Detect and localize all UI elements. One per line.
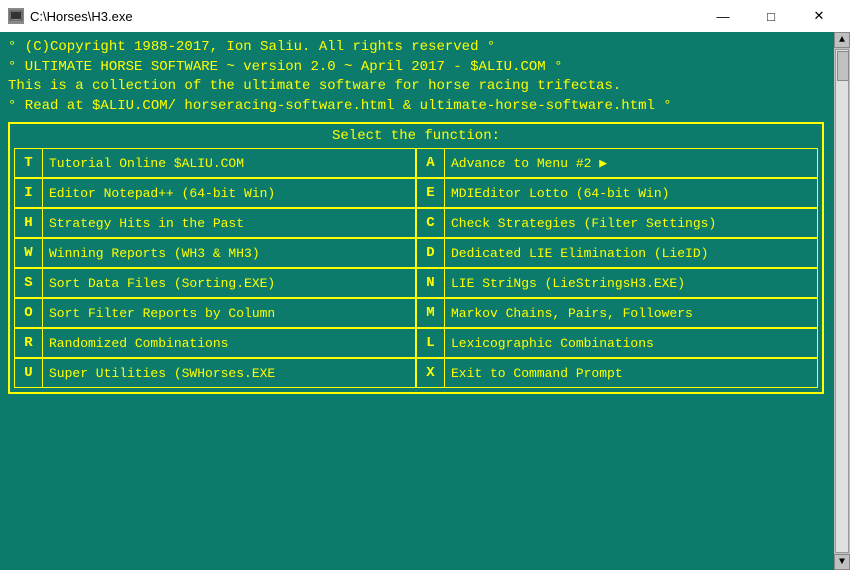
header-line-3: This is a collection of the ultimate sof… bbox=[8, 77, 824, 97]
menu-label-n: LIE StriNgs (LieStringsH3.EXE) bbox=[445, 272, 691, 295]
menu-row[interactable]: RRandomized Combinations bbox=[14, 328, 416, 358]
menu-label-l: Lexicographic Combinations bbox=[445, 332, 660, 355]
menu-key-n: N bbox=[417, 269, 445, 297]
menu-key-a: A bbox=[417, 149, 445, 177]
header-line-4: ° Read at $ALIU.COM/ horseracing-softwar… bbox=[8, 97, 824, 117]
menu-label-x: Exit to Command Prompt bbox=[445, 362, 629, 385]
scroll-down-arrow[interactable]: ▼ bbox=[834, 554, 850, 570]
menu-row[interactable]: WWinning Reports (WH3 & MH3) bbox=[14, 238, 416, 268]
menu-key-i: I bbox=[15, 179, 43, 207]
menu-key-u: U bbox=[15, 359, 43, 387]
header-line-1: ° (C)Copyright 1988-2017, Ion Saliu. All… bbox=[8, 38, 824, 58]
header-text: ° (C)Copyright 1988-2017, Ion Saliu. All… bbox=[8, 38, 824, 116]
scrollbar[interactable]: ▲ ▼ bbox=[834, 32, 850, 570]
menu-key-s: S bbox=[15, 269, 43, 297]
menu-row[interactable]: MMarkov Chains, Pairs, Followers bbox=[416, 298, 818, 328]
menu-key-x: X bbox=[417, 359, 445, 387]
menu-label-s: Sort Data Files (Sorting.EXE) bbox=[43, 272, 281, 295]
minimize-button[interactable]: — bbox=[700, 2, 746, 30]
menu-row[interactable]: AAdvance to Menu #2 ▶ bbox=[416, 148, 818, 178]
scroll-thumb[interactable] bbox=[837, 51, 849, 81]
window-title: C:\Horses\H3.exe bbox=[30, 9, 133, 24]
scroll-track bbox=[835, 49, 849, 553]
menu-key-e: E bbox=[417, 179, 445, 207]
menu-row[interactable]: DDedicated LIE Elimination (LieID) bbox=[416, 238, 818, 268]
menu-row[interactable]: IEditor Notepad++ (64-bit Win) bbox=[14, 178, 416, 208]
menu-key-o: O bbox=[15, 299, 43, 327]
menu-label-m: Markov Chains, Pairs, Followers bbox=[445, 302, 699, 325]
menu-row[interactable]: CCheck Strategies (Filter Settings) bbox=[416, 208, 818, 238]
menu-key-c: C bbox=[417, 209, 445, 237]
menu-row[interactable]: USuper Utilities (SWHorses.EXE bbox=[14, 358, 416, 388]
menu-row[interactable]: HStrategy Hits in the Past bbox=[14, 208, 416, 238]
menu-row[interactable]: TTutorial Online $ALIU.COM bbox=[14, 148, 416, 178]
menu-title: Select the function: bbox=[14, 128, 818, 144]
menu-key-w: W bbox=[15, 239, 43, 267]
menu-label-e: MDIEditor Lotto (64-bit Win) bbox=[445, 182, 675, 205]
menu-label-h: Strategy Hits in the Past bbox=[43, 212, 250, 235]
title-bar-left: C:\Horses\H3.exe bbox=[8, 8, 133, 24]
menu-key-m: M bbox=[417, 299, 445, 327]
app-icon bbox=[8, 8, 24, 24]
menu-box: Select the function: TTutorial Online $A… bbox=[8, 122, 824, 394]
menu-label-d: Dedicated LIE Elimination (LieID) bbox=[445, 242, 714, 265]
header-line-4-text: ° Read at $ALIU.COM/ horseracing-softwar… bbox=[8, 98, 672, 114]
menu-key-l: L bbox=[417, 329, 445, 357]
menu-row[interactable]: EMDIEditor Lotto (64-bit Win) bbox=[416, 178, 818, 208]
menu-label-t: Tutorial Online $ALIU.COM bbox=[43, 152, 250, 175]
menu-label-r: Randomized Combinations bbox=[43, 332, 234, 355]
menu-label-o: Sort Filter Reports by Column bbox=[43, 302, 281, 325]
menu-key-d: D bbox=[417, 239, 445, 267]
menu-key-h: H bbox=[15, 209, 43, 237]
header-line-1-text: ° (C)Copyright 1988-2017, Ion Saliu. All… bbox=[8, 39, 495, 55]
header-line-2-text: ° ULTIMATE HORSE SOFTWARE ~ version 2.0 … bbox=[8, 59, 563, 75]
menu-row[interactable]: XExit to Command Prompt bbox=[416, 358, 818, 388]
menu-label-u: Super Utilities (SWHorses.EXE bbox=[43, 362, 281, 385]
close-button[interactable]: ✕ bbox=[796, 2, 842, 30]
terminal-content: ° (C)Copyright 1988-2017, Ion Saliu. All… bbox=[8, 38, 824, 394]
menu-grid: TTutorial Online $ALIU.COMAAdvance to Me… bbox=[14, 148, 818, 388]
maximize-button[interactable]: □ bbox=[748, 2, 794, 30]
menu-label-c: Check Strategies (Filter Settings) bbox=[445, 212, 722, 235]
terminal: ° (C)Copyright 1988-2017, Ion Saliu. All… bbox=[0, 32, 850, 570]
menu-label-w: Winning Reports (WH3 & MH3) bbox=[43, 242, 266, 265]
title-bar-controls: — □ ✕ bbox=[700, 2, 842, 30]
menu-row[interactable]: OSort Filter Reports by Column bbox=[14, 298, 416, 328]
menu-row[interactable]: NLIE StriNgs (LieStringsH3.EXE) bbox=[416, 268, 818, 298]
title-bar: C:\Horses\H3.exe — □ ✕ bbox=[0, 0, 850, 32]
window: C:\Horses\H3.exe — □ ✕ ° (C)Copyright 19… bbox=[0, 0, 850, 570]
menu-label-a: Advance to Menu #2 ▶ bbox=[445, 152, 613, 175]
menu-key-r: R bbox=[15, 329, 43, 357]
header-line-3-text: This is a collection of the ultimate sof… bbox=[8, 78, 621, 94]
scroll-up-arrow[interactable]: ▲ bbox=[834, 32, 850, 48]
header-line-2: ° ULTIMATE HORSE SOFTWARE ~ version 2.0 … bbox=[8, 58, 824, 78]
menu-label-i: Editor Notepad++ (64-bit Win) bbox=[43, 182, 281, 205]
menu-row[interactable]: LLexicographic Combinations bbox=[416, 328, 818, 358]
menu-key-t: T bbox=[15, 149, 43, 177]
menu-row[interactable]: SSort Data Files (Sorting.EXE) bbox=[14, 268, 416, 298]
